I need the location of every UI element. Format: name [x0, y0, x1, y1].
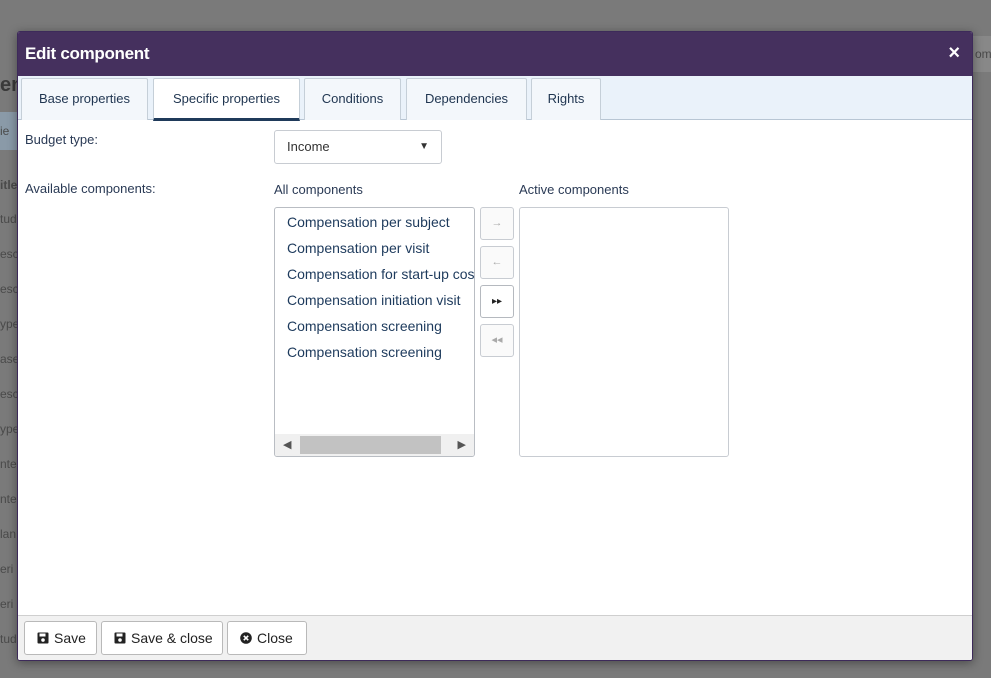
bg-fragment: tud	[0, 212, 17, 226]
bg-fragment: ype	[0, 317, 17, 331]
list-item[interactable]: Compensation screening	[287, 344, 442, 360]
save-and-close-label: Save & close	[131, 630, 213, 646]
move-all-left-button[interactable]: ◂◂	[480, 324, 514, 357]
edit-component-dialog: Edit component × Base properties Specifi…	[17, 31, 973, 661]
tab-specific-properties[interactable]: Specific properties	[153, 78, 300, 121]
tab-dependencies[interactable]: Dependencies	[406, 78, 527, 120]
dialog-titlebar: Edit component ×	[18, 32, 972, 76]
save-button[interactable]: Save	[24, 621, 97, 655]
budget-type-select[interactable]: Income ▼	[274, 130, 442, 164]
scroll-right-icon[interactable]: ▶	[458, 438, 466, 451]
horizontal-scrollbar[interactable]: ◀ ▶	[275, 434, 474, 456]
bg-fragment: itle	[0, 178, 17, 192]
list-item[interactable]: Compensation for start-up costs	[287, 266, 474, 282]
bg-fragment: ie	[0, 124, 10, 138]
tab-base-properties[interactable]: Base properties	[21, 78, 148, 120]
tab-conditions[interactable]: Conditions	[304, 78, 401, 120]
move-right-button[interactable]: →	[480, 207, 514, 240]
bg-fragment: lan	[0, 527, 17, 541]
active-components-list[interactable]	[519, 207, 729, 457]
list-item[interactable]: Compensation per visit	[287, 240, 429, 256]
list-item[interactable]: Compensation screening	[287, 318, 442, 334]
bg-fragment: eri	[0, 597, 14, 611]
tab-rights[interactable]: Rights	[531, 78, 601, 120]
scroll-left-icon[interactable]: ◀	[283, 438, 291, 451]
available-components-label: Available components:	[25, 181, 156, 196]
bg-fragment: esc	[0, 387, 17, 401]
close-label: Close	[257, 630, 293, 646]
move-left-button[interactable]: ←	[480, 246, 514, 279]
save-and-close-button[interactable]: Save & close	[101, 621, 223, 655]
move-all-right-button[interactable]: ▸▸	[480, 285, 514, 318]
budget-type-label: Budget type:	[25, 132, 98, 147]
close-button[interactable]: Close	[227, 621, 307, 655]
bg-fragment: esc	[0, 247, 17, 261]
all-components-header: All components	[274, 182, 363, 197]
floppy-disk-icon	[114, 632, 126, 644]
all-components-list[interactable]: Compensation per subject Compensation pe…	[274, 207, 475, 457]
budget-type-value: Income	[287, 139, 330, 154]
tab-bar: Base properties Specific properties Cond…	[18, 76, 972, 121]
bg-fragment: nte	[0, 457, 17, 471]
close-circle-icon	[240, 632, 252, 644]
list-item[interactable]: Compensation per subject	[287, 214, 450, 230]
save-label: Save	[54, 630, 86, 646]
dialog-title: Edit component	[25, 44, 150, 63]
bg-fragment: esc	[0, 282, 17, 296]
bg-fragment: eri	[0, 562, 14, 576]
bg-right-panel: om	[972, 36, 991, 72]
close-icon[interactable]: ×	[948, 42, 960, 64]
chevron-down-icon: ▼	[419, 141, 429, 152]
bg-fragment: en	[0, 74, 17, 96]
bg-fragment: om	[975, 47, 991, 61]
scrollbar-thumb[interactable]	[300, 436, 441, 454]
bg-fragment: ype	[0, 422, 17, 436]
dialog-footer: Save Save & close Close	[18, 615, 972, 660]
list-item[interactable]: Compensation initiation visit	[287, 292, 461, 308]
floppy-disk-icon	[37, 632, 49, 644]
bg-fragment: ase	[0, 352, 17, 366]
bg-fragment: tud	[0, 632, 17, 646]
bg-fragment: nte	[0, 492, 17, 506]
active-components-header: Active components	[519, 182, 629, 197]
